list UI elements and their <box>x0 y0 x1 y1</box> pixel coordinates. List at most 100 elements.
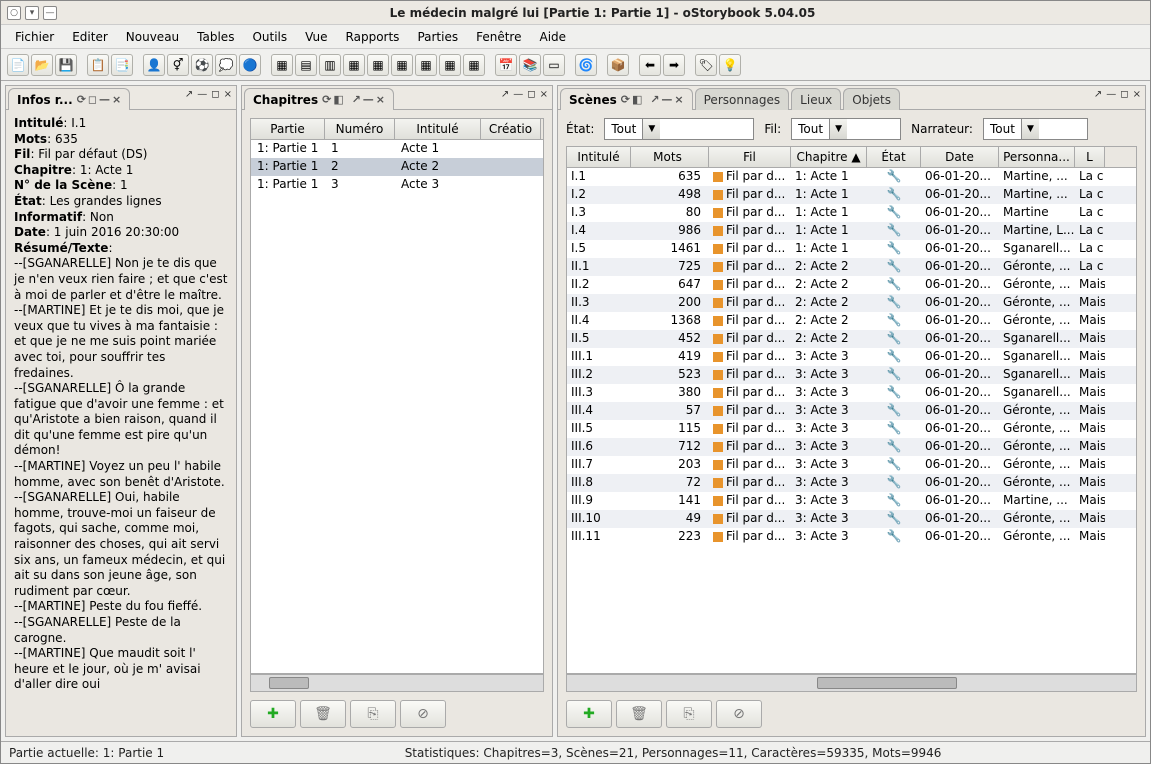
box-icon[interactable]: 📦 <box>607 54 629 76</box>
menu-vue[interactable]: Vue <box>297 27 335 47</box>
table-row[interactable]: II.2647Fil par d...2: Acte 2🔧06-01-20...… <box>567 276 1136 294</box>
table-row[interactable]: II.3200Fil par d...2: Acte 2🔧06-01-20...… <box>567 294 1136 312</box>
menu-tables[interactable]: Tables <box>189 27 242 47</box>
fil-combo[interactable]: Tout▼ <box>791 118 901 140</box>
settings-icon[interactable]: ◧ <box>333 93 343 106</box>
scenes-rows[interactable]: I.1635Fil par d...1: Acte 1🔧06-01-20...M… <box>566 168 1137 674</box>
panel-pin-icon[interactable]: ↗ <box>1094 89 1102 100</box>
tab-personnages[interactable]: Personnages <box>695 88 790 110</box>
min-icon[interactable]: — <box>99 93 110 106</box>
open-icon[interactable]: 📂 <box>31 54 53 76</box>
tab-lieux[interactable]: Lieux <box>791 88 841 110</box>
view-table-icon[interactable]: ▦ <box>271 54 293 76</box>
panel-min-icon[interactable]: — <box>1106 89 1116 100</box>
table-row[interactable]: 1: Partie 12Acte 2 <box>251 158 543 176</box>
table-row[interactable]: 1: Partie 13Acte 3 <box>251 176 543 194</box>
window-menu-icon[interactable]: ○ <box>7 6 21 20</box>
table-row[interactable]: I.1635Fil par d...1: Acte 1🔧06-01-20...M… <box>567 168 1136 186</box>
menu-parties[interactable]: Parties <box>409 27 466 47</box>
view-memoria-icon[interactable]: ▦ <box>367 54 389 76</box>
table-row[interactable]: III.457Fil par d...3: Acte 3🔧06-01-20...… <box>567 402 1136 420</box>
new-file-icon[interactable]: 📄 <box>7 54 29 76</box>
info-panel-tab[interactable]: Infos r... ⟳ ◻ — × <box>8 88 130 110</box>
menu-fenêtre[interactable]: Fenêtre <box>468 27 529 47</box>
hscroll[interactable] <box>566 674 1137 692</box>
ball-icon[interactable]: ⚽ <box>191 54 213 76</box>
spiral-icon[interactable]: 🌀 <box>575 54 597 76</box>
add-button[interactable]: ✚ <box>250 700 296 728</box>
panel-restore-icon[interactable]: ◻ <box>211 89 219 100</box>
minimize-icon[interactable]: ▾ <box>25 6 39 20</box>
table-row[interactable]: III.9141Fil par d...3: Acte 3🔧06-01-20..… <box>567 492 1136 510</box>
col-scn-pers[interactable]: Personna... <box>999 147 1075 167</box>
restore-icon[interactable]: ◻ <box>88 93 97 106</box>
panel-close-icon[interactable]: × <box>1133 89 1141 100</box>
table-row[interactable]: III.872Fil par d...3: Acte 3🔧06-01-20...… <box>567 474 1136 492</box>
close-tab-icon[interactable]: × <box>674 93 683 106</box>
menu-editer[interactable]: Editer <box>64 27 116 47</box>
table-row[interactable]: III.1419Fil par d...3: Acte 3🔧06-01-20..… <box>567 348 1136 366</box>
close-tab-icon[interactable]: × <box>376 93 385 106</box>
table-row[interactable]: II.1725Fil par d...2: Acte 2🔧06-01-20...… <box>567 258 1136 276</box>
pin-icon[interactable]: ↗ <box>352 93 361 106</box>
copy-button[interactable]: ⎘ <box>666 700 712 728</box>
narr-combo[interactable]: Tout▼ <box>983 118 1088 140</box>
panel-min-icon[interactable]: — <box>197 89 207 100</box>
save-icon[interactable]: 💾 <box>55 54 77 76</box>
table-row[interactable]: I.380Fil par d...1: Acte 1🔧06-01-20...Ma… <box>567 204 1136 222</box>
more-button[interactable]: ⊘ <box>400 700 446 728</box>
panel-restore-icon[interactable]: ◻ <box>1120 89 1128 100</box>
ideas-icon[interactable]: 💭 <box>215 54 237 76</box>
a-b-icon[interactable]: ▭ <box>543 54 565 76</box>
col-creation[interactable]: Créatio <box>481 119 541 139</box>
menu-nouveau[interactable]: Nouveau <box>118 27 187 47</box>
table-row[interactable]: I.4986Fil par d...1: Acte 1🔧06-01-20...M… <box>567 222 1136 240</box>
table-row[interactable]: II.41368Fil par d...2: Acte 2🔧06-01-20..… <box>567 312 1136 330</box>
settings-icon[interactable]: ◧ <box>632 93 642 106</box>
min-icon[interactable]: — <box>661 93 672 106</box>
chapters-tab[interactable]: Chapitres ⟳ ◧ ↗ — × <box>244 88 394 110</box>
table-row[interactable]: III.3380Fil par d...3: Acte 3🔧06-01-20..… <box>567 384 1136 402</box>
delete-button[interactable]: 🗑 <box>300 700 346 728</box>
view-tree-icon[interactable]: ▦ <box>439 54 461 76</box>
view-storyboard-icon[interactable]: ▦ <box>463 54 485 76</box>
scenes-tab[interactable]: Scènes ⟳ ◧ ↗ — × <box>560 88 693 110</box>
close-tab-icon[interactable]: × <box>112 93 121 106</box>
col-partie[interactable]: Partie <box>251 119 325 139</box>
close-icon[interactable]: — <box>43 6 57 20</box>
menu-aide[interactable]: Aide <box>531 27 574 47</box>
delete-button[interactable]: 🗑 <box>616 700 662 728</box>
forward-icon[interactable]: ➡ <box>663 54 685 76</box>
table-row[interactable]: III.5115Fil par d...3: Acte 3🔧06-01-20..… <box>567 420 1136 438</box>
more-button[interactable]: ⊘ <box>716 700 762 728</box>
refresh-icon[interactable]: ⟳ <box>77 93 86 106</box>
copy-button[interactable]: ⎘ <box>350 700 396 728</box>
view-reading-icon[interactable]: ▦ <box>415 54 437 76</box>
min-icon[interactable]: — <box>363 93 374 106</box>
calendar-icon[interactable]: 📅 <box>495 54 517 76</box>
view-book-icon[interactable]: ▤ <box>295 54 317 76</box>
tag-icon[interactable]: 🏷 <box>695 54 717 76</box>
panel-min-icon[interactable]: — <box>513 89 523 100</box>
paste-icon[interactable]: 📑 <box>111 54 133 76</box>
table-row[interactable]: III.2523Fil par d...3: Acte 3🔧06-01-20..… <box>567 366 1136 384</box>
table-row[interactable]: III.1049Fil par d...3: Acte 3🔧06-01-20..… <box>567 510 1136 528</box>
panel-pin-icon[interactable]: ↗ <box>501 89 509 100</box>
info-body[interactable]: Intitulé: I.1 Mots: 635 Fil: Fil par déf… <box>6 110 236 736</box>
col-scn-intitule[interactable]: Intitulé <box>567 147 631 167</box>
menu-rapports[interactable]: Rapports <box>338 27 408 47</box>
refresh-icon[interactable]: ⟳ <box>621 93 630 106</box>
back-icon[interactable]: ⬅ <box>639 54 661 76</box>
menu-outils[interactable]: Outils <box>244 27 295 47</box>
table-row[interactable]: III.7203Fil par d...3: Acte 3🔧06-01-20..… <box>567 456 1136 474</box>
view-person-icon[interactable]: ▦ <box>343 54 365 76</box>
hscroll[interactable] <box>250 674 544 692</box>
menu-fichier[interactable]: Fichier <box>7 27 62 47</box>
table-row[interactable]: II.5452Fil par d...2: Acte 2🔧06-01-20...… <box>567 330 1136 348</box>
col-scn-l[interactable]: L <box>1075 147 1105 167</box>
panel-close-icon[interactable]: × <box>540 89 548 100</box>
gender-icon[interactable]: ⚥ <box>167 54 189 76</box>
col-scn-chapitre[interactable]: Chapitre ▲ <box>791 147 867 167</box>
chapters-rows[interactable]: 1: Partie 11Acte 11: Partie 12Acte 21: P… <box>250 140 544 674</box>
hint-icon[interactable]: 💡 <box>719 54 741 76</box>
